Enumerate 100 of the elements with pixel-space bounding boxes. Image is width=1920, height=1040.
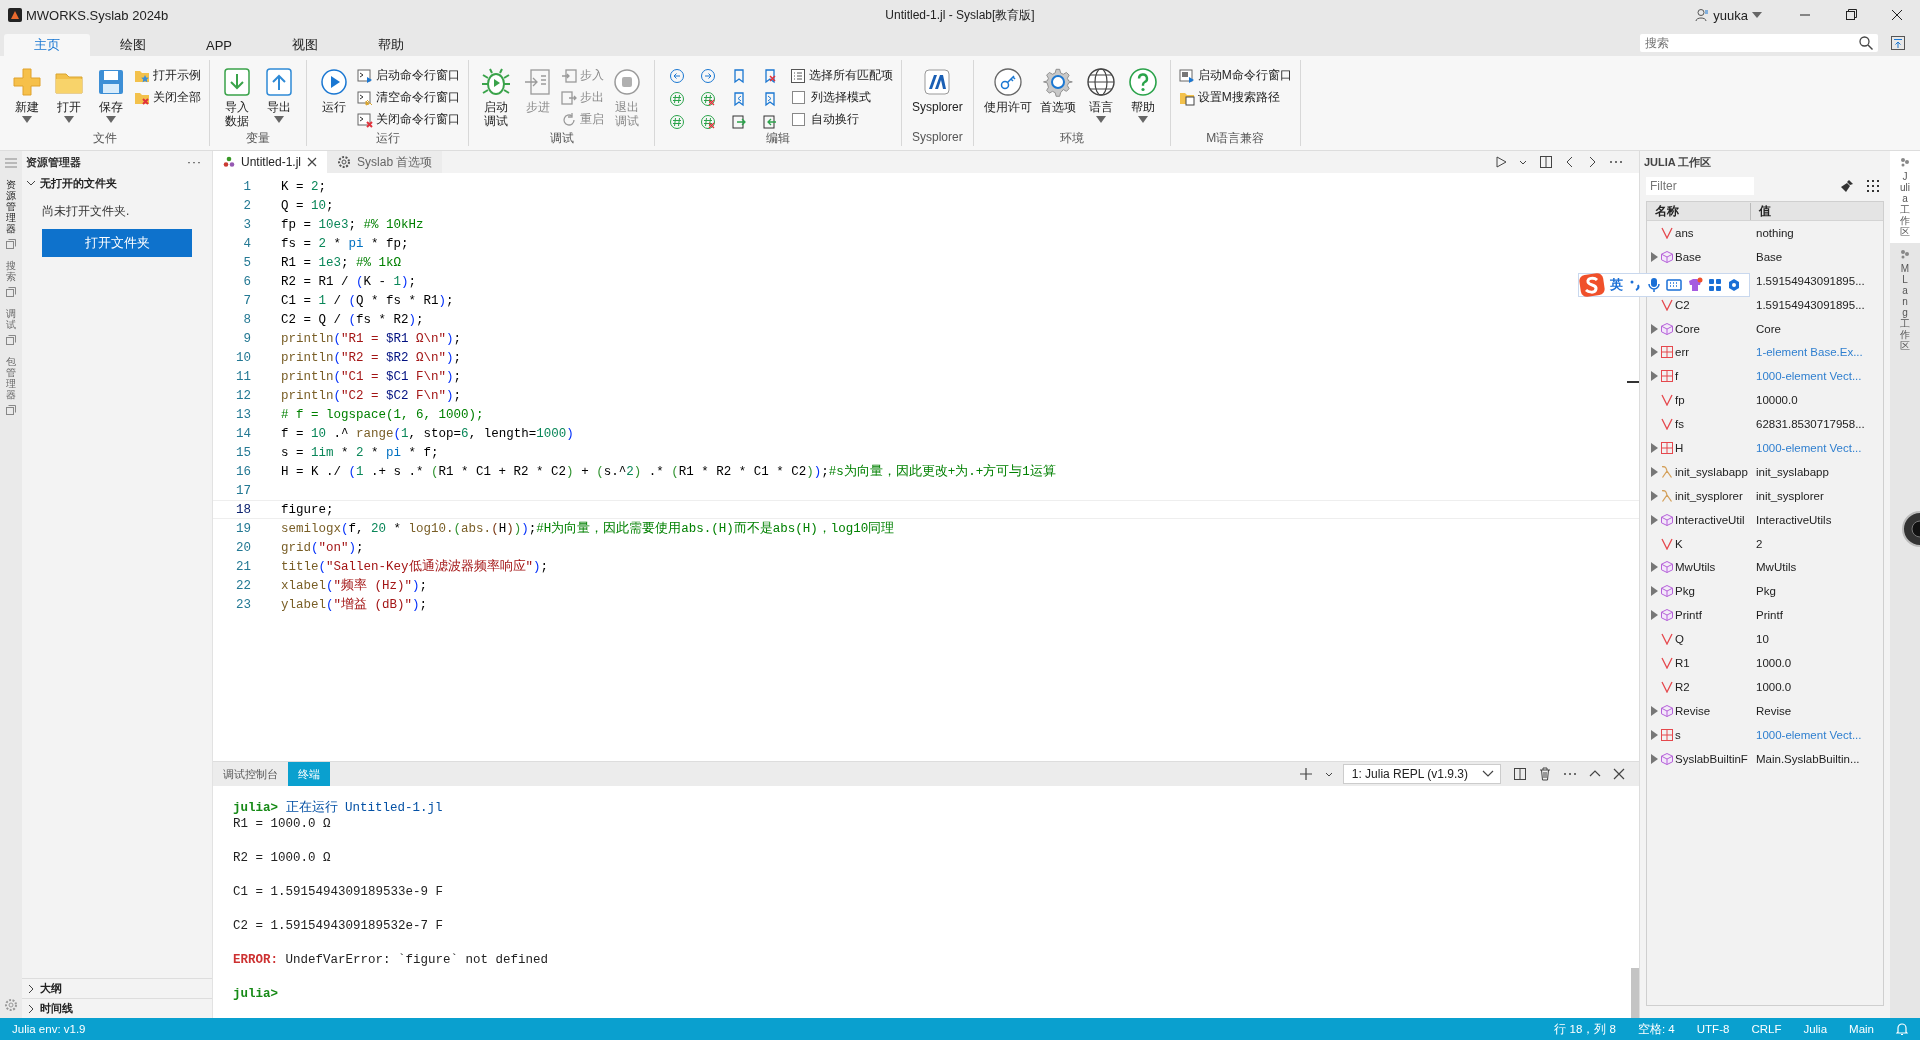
ribbon-button[interactable]: 首选项 [1037, 64, 1078, 116]
ribbon-button[interactable]: 帮助 [1123, 64, 1162, 125]
bookmark-clear-icon[interactable] [762, 68, 778, 84]
bookmark-icon[interactable] [731, 68, 747, 84]
expand-icon[interactable] [1650, 562, 1658, 573]
editor-tab[interactable]: Syslab 首选项 [327, 151, 443, 173]
activity-icon[interactable] [5, 286, 17, 298]
ribbon-button[interactable]: 语言 [1081, 64, 1120, 125]
comment-icon[interactable] [669, 91, 685, 107]
section-header[interactable]: 无打开的文件夹 [22, 173, 212, 193]
user-menu[interactable]: yuuka [1695, 7, 1762, 23]
forward-icon[interactable] [700, 68, 716, 84]
key-icon[interactable] [991, 66, 1024, 98]
activity-tab[interactable]: 调试 [6, 308, 16, 330]
checkbox[interactable]: 自动换行 [790, 110, 893, 129]
ribbon-tab[interactable]: APP [176, 34, 262, 56]
ribbon-button[interactable]: Sysplorer [910, 64, 965, 116]
scrollbar-thumb[interactable] [1631, 968, 1639, 1018]
ribbon-button[interactable]: 打开 [50, 64, 88, 125]
ribbon-button[interactable]: 关闭命令行窗口 [357, 110, 460, 129]
column-header[interactable]: 值 [1751, 202, 1771, 220]
activity-tab[interactable]: 搜索 [6, 260, 16, 282]
terminal-icon[interactable] [357, 67, 373, 84]
terminal-launch-icon[interactable] [1178, 67, 1195, 84]
expand-icon[interactable] [1650, 490, 1658, 501]
import-icon[interactable] [221, 66, 253, 98]
ribbon-tab[interactable]: 帮助 [348, 34, 434, 56]
activity-icon[interactable] [5, 334, 17, 346]
expand-icon[interactable] [1650, 371, 1658, 382]
ribbon-tab[interactable]: 视图 [262, 34, 348, 56]
terminal-x-icon[interactable] [357, 111, 373, 128]
run-icon[interactable] [1495, 156, 1507, 168]
split-editor-icon[interactable] [1539, 155, 1553, 169]
ribbon-button[interactable]: 使用许可 [981, 64, 1034, 116]
column-header[interactable]: 名称 [1655, 202, 1751, 220]
search-field[interactable]: 搜索 [1640, 34, 1878, 52]
expand-icon[interactable] [1650, 514, 1658, 525]
gear-icon[interactable] [1041, 66, 1074, 98]
help-icon[interactable] [1126, 66, 1159, 98]
list-icon[interactable] [790, 67, 806, 84]
globe-icon[interactable] [1084, 66, 1117, 98]
uncomment-icon[interactable] [700, 91, 716, 107]
grid-icon[interactable] [1866, 179, 1880, 193]
ribbon-button[interactable]: 打开示例 [134, 66, 201, 85]
apps-icon[interactable] [1708, 278, 1722, 292]
ribbon-button[interactable]: 设置M搜索路径 [1178, 88, 1292, 107]
ribbon-button[interactable]: 新建 [8, 64, 46, 125]
side-tab[interactable]: MLang 工作区 [1900, 263, 1910, 351]
indent-icon[interactable] [731, 114, 747, 130]
expand-icon[interactable] [1650, 705, 1658, 716]
export-icon[interactable] [263, 66, 295, 98]
play-icon[interactable] [318, 66, 350, 98]
activity-tab[interactable]: 包管理器 [6, 356, 16, 400]
settings-icon[interactable] [4, 998, 18, 1012]
collapse-ribbon-icon[interactable] [1890, 35, 1906, 51]
ribbon-button[interactable]: 关闭全部 [134, 88, 201, 107]
expand-icon[interactable] [1650, 251, 1658, 262]
back-icon[interactable] [669, 68, 685, 84]
skin-icon[interactable] [1687, 277, 1703, 293]
expand-icon[interactable] [1650, 753, 1658, 764]
section-header[interactable]: 大纲 [22, 978, 212, 998]
expand-icon[interactable] [1650, 442, 1658, 453]
ribbon-button[interactable]: 导入数据 [218, 64, 256, 130]
bookmark-prev-icon[interactable] [731, 91, 747, 107]
activity-icon[interactable] [5, 238, 17, 250]
activity-tab[interactable]: 资源管理器 [6, 179, 16, 234]
ribbon-button[interactable]: 启动命令行窗口 [357, 66, 460, 85]
ribbon-button[interactable]: 导出 [260, 64, 298, 125]
ime-mode[interactable]: 英 [1610, 276, 1623, 294]
outdent-icon[interactable] [762, 114, 778, 130]
keyboard-icon[interactable] [1666, 278, 1682, 292]
ribbon-tab[interactable]: 主页 [4, 34, 90, 56]
close-icon[interactable] [1613, 768, 1625, 780]
chevron-right-icon[interactable] [1587, 156, 1597, 168]
checkbox[interactable]: 列选择模式 [790, 88, 893, 107]
editor-tab[interactable]: Untitled-1.jl [213, 151, 328, 173]
split-terminal-icon[interactable] [1513, 767, 1527, 781]
ribbon-button[interactable]: 启动调试 [477, 64, 515, 130]
ime-toolbar[interactable]: 英 [1578, 273, 1750, 297]
settings-icon[interactable] [1727, 278, 1741, 292]
ribbon-button[interactable]: 运行 [315, 64, 353, 116]
bookmark-next-icon[interactable] [762, 91, 778, 107]
expand-icon[interactable] [1650, 729, 1658, 740]
ribbon-tab[interactable]: 绘图 [90, 34, 176, 56]
bug-icon[interactable] [480, 66, 512, 98]
terminal-dropdown[interactable]: 1: Julia REPL (v1.9.3) [1342, 764, 1501, 784]
uncomment-icon[interactable] [700, 114, 716, 130]
clear-icon[interactable] [1840, 179, 1854, 193]
microphone-icon[interactable] [1647, 277, 1661, 293]
expand-icon[interactable] [1650, 586, 1658, 597]
ribbon-button[interactable]: 启动M命令行窗口 [1178, 66, 1292, 85]
close-icon[interactable] [307, 157, 318, 167]
plus-icon[interactable] [1298, 767, 1313, 781]
comment-icon[interactable] [669, 114, 685, 130]
expand-icon[interactable] [1650, 347, 1658, 358]
bell-icon[interactable] [1896, 1022, 1908, 1036]
filter-field[interactable]: Filter [1646, 177, 1754, 195]
ribbon-button[interactable]: 选择所有匹配项 [790, 66, 893, 85]
activity-icon[interactable] [5, 404, 17, 416]
trash-icon[interactable] [1539, 767, 1551, 781]
